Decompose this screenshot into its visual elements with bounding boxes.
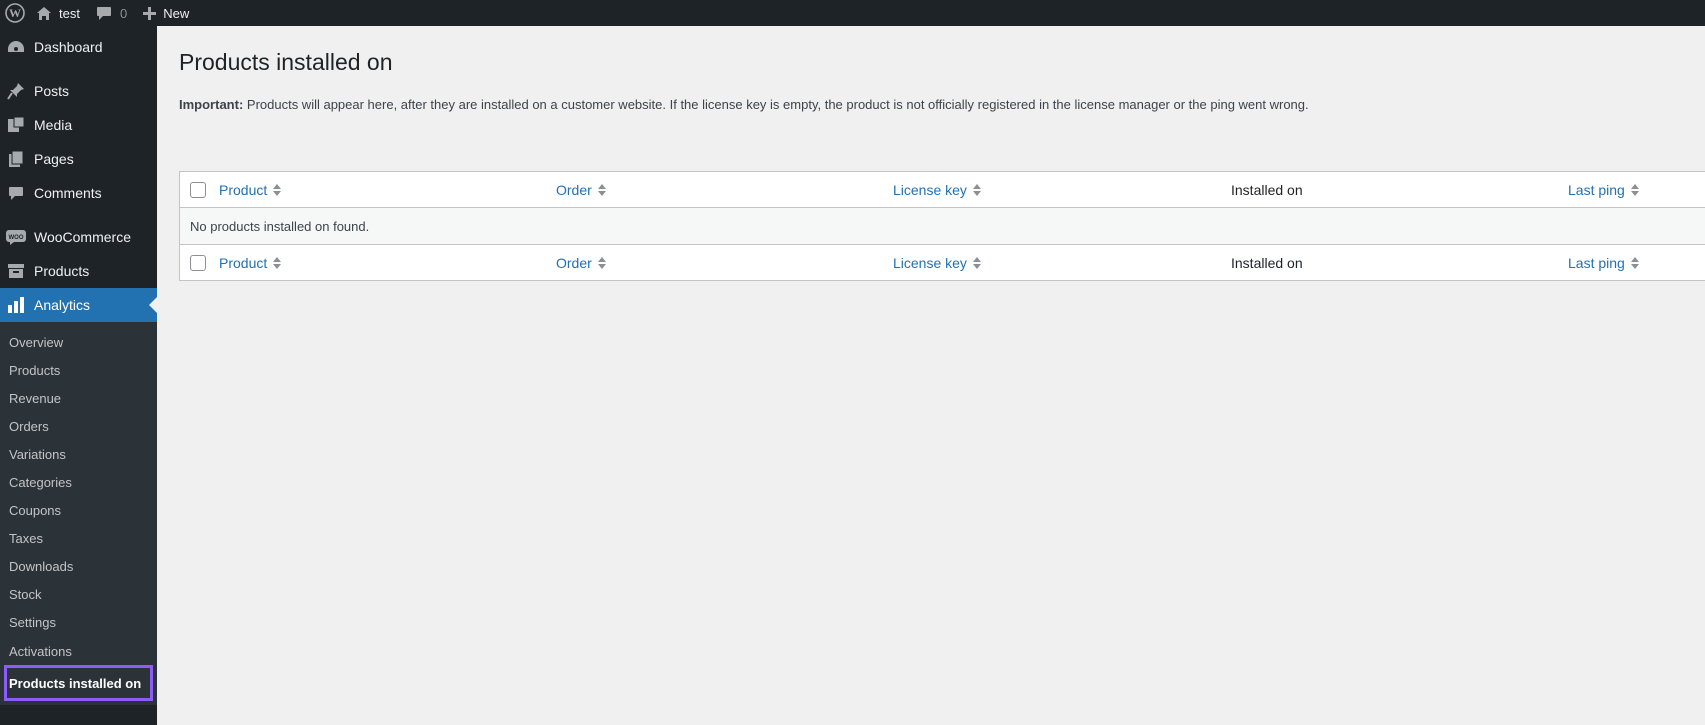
submenu-item-orders[interactable]: Orders — [0, 412, 157, 440]
column-label: Last ping — [1568, 182, 1625, 198]
menu-label: WooCommerce — [34, 229, 131, 245]
notice-label: Important: — [179, 97, 244, 112]
important-notice: Important: Products will appear here, af… — [179, 97, 1309, 112]
column-header-license-key[interactable]: License key — [893, 172, 981, 208]
analytics-submenu: Overview Products Revenue Orders Variati… — [0, 322, 157, 706]
wordpress-logo-icon[interactable]: W — [0, 0, 28, 26]
admin-menu: Dashboard Posts Media Pages Comments WOO… — [0, 30, 157, 322]
site-name-label: test — [59, 5, 80, 21]
svg-text:WOO: WOO — [9, 235, 24, 241]
submenu-item-taxes[interactable]: Taxes — [0, 525, 157, 553]
column-header-last-ping[interactable]: Last ping — [1568, 172, 1639, 208]
column-label: Installed on — [1231, 182, 1303, 198]
submenu-item-stock[interactable]: Stock — [0, 581, 157, 609]
notice-text: Products will appear here, after they ar… — [243, 97, 1309, 112]
column-label: Last ping — [1568, 255, 1625, 271]
menu-label: Products — [34, 263, 90, 279]
submenu-item-categories[interactable]: Categories — [0, 468, 157, 496]
sort-icon — [273, 257, 282, 269]
table-empty-row: No products installed on found. — [180, 208, 1705, 244]
submenu-item-variations[interactable]: Variations — [0, 440, 157, 468]
column-footer-product[interactable]: Product — [219, 245, 282, 281]
sort-icon — [597, 184, 606, 196]
dashboard-icon — [6, 37, 26, 57]
home-icon — [36, 6, 52, 21]
column-footer-order[interactable]: Order — [556, 245, 606, 281]
comment-icon — [96, 6, 112, 21]
comments-link[interactable]: 0 — [88, 0, 135, 26]
menu-label: Pages — [34, 151, 74, 167]
column-label: License key — [893, 182, 967, 198]
column-footer-last-ping[interactable]: Last ping — [1568, 245, 1639, 281]
pages-icon — [6, 149, 26, 169]
menu-label: Media — [34, 117, 73, 133]
main-content: Products installed on Important: Product… — [157, 26, 1705, 725]
column-footer-license-key[interactable]: License key — [893, 245, 981, 281]
submenu-item-products-installed-on[interactable]: Products installed on — [4, 665, 153, 702]
submenu-item-revenue[interactable]: Revenue — [0, 384, 157, 412]
submenu-item-activations[interactable]: Activations — [0, 637, 157, 665]
sort-icon — [273, 184, 282, 196]
column-label: Product — [219, 255, 268, 271]
menu-item-products[interactable]: Products — [0, 254, 157, 288]
submenu-item-products[interactable]: Products — [0, 356, 157, 384]
new-content-link[interactable]: New — [135, 0, 197, 26]
select-all-checkbox[interactable] — [190, 182, 206, 198]
column-header-installed-on: Installed on — [1231, 172, 1303, 208]
menu-item-pages[interactable]: Pages — [0, 142, 157, 176]
plus-icon — [143, 6, 157, 20]
menu-separator — [0, 210, 157, 220]
menu-item-woocommerce[interactable]: WOO WooCommerce — [0, 220, 157, 254]
sort-icon — [1630, 257, 1639, 269]
select-all-checkbox-footer[interactable] — [190, 255, 206, 271]
column-label: Order — [556, 255, 592, 271]
admin-sidebar: Dashboard Posts Media Pages Comments WOO… — [0, 26, 157, 725]
table-header-row: Product Order License key Installed on L… — [180, 172, 1705, 208]
table-footer-row: Product Order License key Installed on L… — [180, 244, 1705, 280]
page-title: Products installed on — [179, 49, 393, 75]
media-icon — [6, 115, 26, 135]
column-header-product[interactable]: Product — [219, 172, 282, 208]
archive-icon — [6, 261, 26, 281]
menu-label: Comments — [34, 185, 102, 201]
menu-item-media[interactable]: Media — [0, 108, 157, 142]
submenu-item-overview[interactable]: Overview — [0, 328, 157, 356]
new-label: New — [163, 5, 190, 21]
menu-item-posts[interactable]: Posts — [0, 74, 157, 108]
menu-item-dashboard[interactable]: Dashboard — [0, 30, 157, 64]
comment-icon — [6, 183, 26, 203]
column-label: Product — [219, 182, 268, 198]
column-footer-installed-on: Installed on — [1231, 245, 1303, 281]
column-label: License key — [893, 255, 967, 271]
submenu-item-settings[interactable]: Settings — [0, 609, 157, 637]
pin-icon — [6, 81, 26, 101]
menu-separator — [0, 64, 157, 74]
svg-text:W: W — [9, 6, 21, 20]
sort-icon — [972, 184, 981, 196]
sort-icon — [972, 257, 981, 269]
site-name-link[interactable]: test — [28, 0, 88, 26]
bar-chart-icon — [6, 295, 26, 315]
comments-count: 0 — [119, 5, 128, 21]
admin-bar: W test 0 New — [0, 0, 1705, 26]
sort-icon — [1630, 184, 1639, 196]
menu-label: Analytics — [34, 297, 91, 313]
submenu-item-downloads[interactable]: Downloads — [0, 553, 157, 581]
menu-item-analytics[interactable]: Analytics — [0, 288, 157, 322]
menu-label: Posts — [34, 83, 70, 99]
sort-icon — [597, 257, 606, 269]
column-label: Installed on — [1231, 255, 1303, 271]
menu-item-comments[interactable]: Comments — [0, 176, 157, 210]
menu-label: Dashboard — [34, 39, 103, 55]
empty-message: No products installed on found. — [190, 218, 370, 234]
column-header-order[interactable]: Order — [556, 172, 606, 208]
products-table: Product Order License key Installed on L… — [179, 171, 1705, 281]
column-label: Order — [556, 182, 592, 198]
woo-icon: WOO — [6, 227, 26, 247]
submenu-item-coupons[interactable]: Coupons — [0, 497, 157, 525]
